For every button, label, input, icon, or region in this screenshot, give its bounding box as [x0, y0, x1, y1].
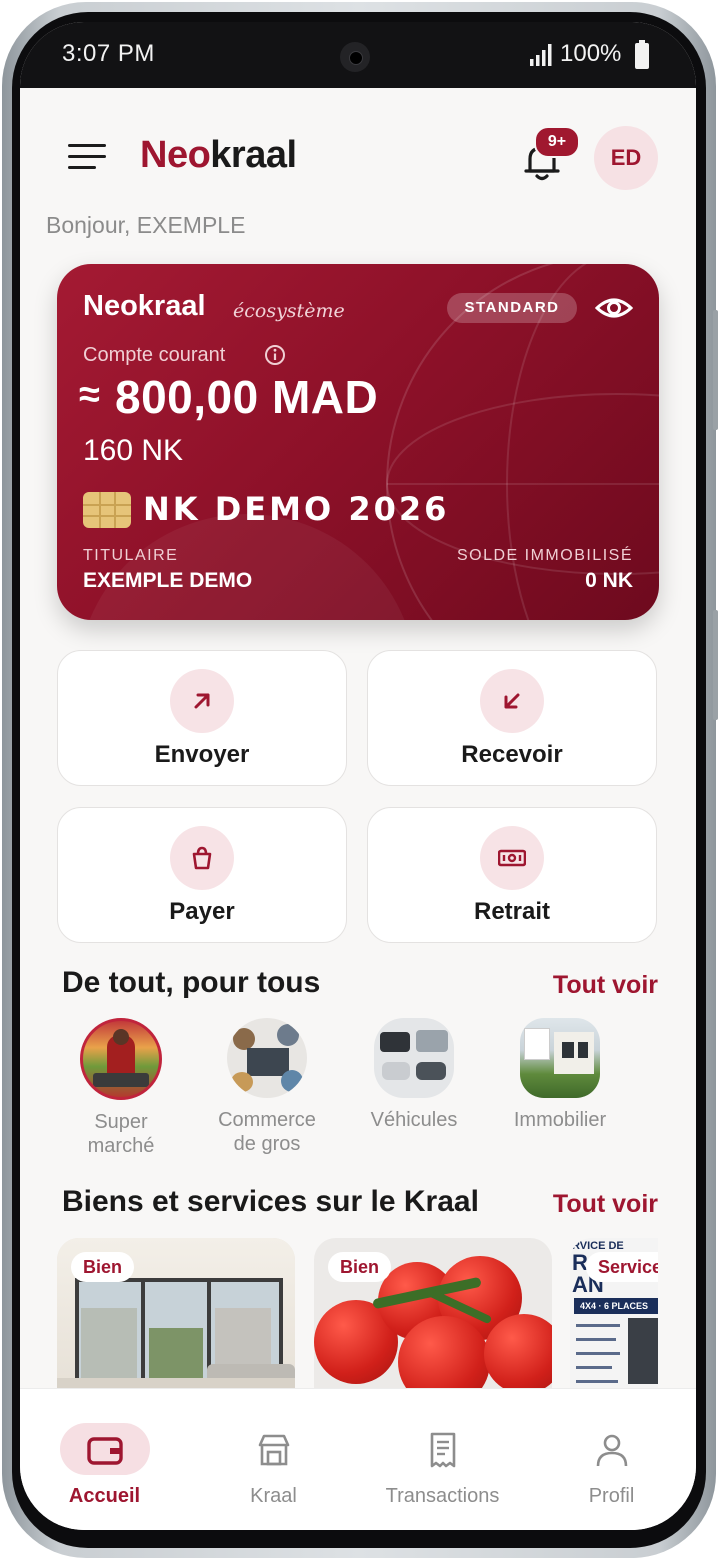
category-label: Immobilier [490, 1108, 630, 1132]
banknote-icon [480, 826, 544, 890]
account-card[interactable]: Neokraal écosystème STANDARD Compte cour… [57, 264, 659, 620]
logo-kraal: kraal [210, 134, 297, 176]
store-icon [258, 1434, 290, 1466]
wholesale-image [227, 1018, 307, 1098]
nav-label-kraal: Kraal [250, 1485, 297, 1507]
pay-label: Payer [169, 898, 235, 925]
eye-icon[interactable] [595, 292, 633, 324]
category-label-line2: de gros [233, 1133, 301, 1155]
avatar[interactable]: ED [594, 126, 658, 190]
nav-label-home: Accueil [68, 1485, 141, 1507]
listing-tag: Bien [328, 1252, 392, 1282]
tier-badge: STANDARD [447, 293, 577, 323]
category-wholesale[interactable]: Commerce de gros [197, 1018, 337, 1156]
listing-card-service[interactable]: RVICE DE RA AN 4X4 · 6 PLACES Service [570, 1238, 658, 1398]
nav-item-transactions[interactable]: Transactions [358, 1389, 527, 1530]
nav-item-kraal[interactable]: Kraal [189, 1389, 358, 1530]
real-estate-image [520, 1018, 600, 1098]
nav-label-transactions: Transactions [385, 1485, 500, 1507]
notification-badge: 9+ [534, 126, 580, 158]
arrow-down-left-icon [480, 669, 544, 733]
battery-icon [635, 40, 649, 69]
category-label-line1: Véhicules [370, 1109, 458, 1131]
card-chip-icon [83, 492, 131, 528]
volume-button [713, 310, 718, 430]
account-label: Compte courant [83, 344, 226, 366]
locked-balance-value: 0 NK [585, 569, 633, 592]
listing-tag: Service [586, 1252, 658, 1282]
greeting-text: Bonjour, EXEMPLE [46, 212, 246, 238]
hamburger-icon-line [68, 166, 96, 169]
withdraw-button[interactable]: Retrait [367, 807, 657, 943]
locked-balance-label: SOLDE IMMOBILISÉ [456, 547, 633, 564]
logo-neo: Neo [140, 134, 211, 176]
card-brand-sub: écosystème [233, 300, 345, 322]
nav-item-home[interactable]: Accueil [20, 1389, 189, 1530]
nk-balance: 160 NK [83, 434, 184, 467]
receipt-icon [430, 1432, 456, 1468]
listings-see-all-link[interactable]: Tout voir [553, 1190, 658, 1219]
listing-card-apartment[interactable]: Bien [57, 1238, 295, 1398]
category-vehicles[interactable]: Véhicules [344, 1018, 484, 1132]
battery-percent: 100% [560, 40, 622, 67]
app-logo: Neokraal [140, 134, 297, 177]
power-button [713, 610, 718, 720]
categories-see-all-link[interactable]: Tout voir [553, 971, 658, 1000]
shopping-bag-icon [170, 826, 234, 890]
category-label: Véhicules [344, 1108, 484, 1132]
nav-label-profile: Profil [588, 1485, 635, 1507]
category-label-line1: Immobilier [513, 1109, 607, 1131]
info-icon[interactable] [264, 344, 286, 366]
supermarket-image [80, 1018, 162, 1100]
receive-button[interactable]: Recevoir [367, 650, 657, 786]
category-label: Commerce de gros [197, 1108, 337, 1156]
card-brand: Neokraal [83, 290, 206, 322]
category-real-estate[interactable]: Immobilier [490, 1018, 630, 1132]
poster-line4: 4X4 · 6 PLACES [574, 1298, 658, 1314]
category-label-line1: Commerce [218, 1109, 316, 1131]
pay-button[interactable]: Payer [57, 807, 347, 943]
nav-item-profile[interactable]: Profil [527, 1389, 696, 1530]
status-bar: 3:07 PM 100% [20, 22, 696, 88]
category-label-line1: Super [94, 1111, 148, 1133]
vehicles-image [374, 1018, 454, 1098]
listing-tag: Bien [71, 1252, 135, 1282]
categories-title: De tout, pour tous [62, 966, 321, 999]
user-icon [596, 1434, 628, 1467]
arrow-up-right-icon [170, 669, 234, 733]
listing-card-tomatoes[interactable]: Bien [314, 1238, 552, 1398]
bottom-nav: Accueil Kraal Transactions Profil [20, 1388, 696, 1530]
balance-amount: 800,00 MAD [115, 371, 379, 423]
send-button[interactable]: Envoyer [57, 650, 347, 786]
hamburger-icon-line [68, 144, 106, 147]
wallet-icon [87, 1437, 123, 1465]
holder-name: EXEMPLE DEMO [83, 569, 253, 592]
status-time: 3:07 PM [62, 40, 155, 67]
category-supermarket[interactable]: Super marché [51, 1018, 191, 1158]
holder-label: TITULAIRE [83, 547, 179, 564]
screen: 3:07 PM 100% Neokraal 9+ ED Bonjour, EXE… [20, 22, 696, 1530]
category-label-line2: marché [87, 1135, 155, 1157]
receive-label: Recevoir [461, 741, 563, 768]
card-number: NK DEMO 2026 [143, 490, 450, 528]
front-camera [340, 42, 370, 72]
approx-symbol: ≈ [79, 374, 100, 416]
menu-button[interactable] [66, 140, 110, 174]
send-label: Envoyer [154, 741, 250, 768]
hamburger-icon-line [68, 155, 106, 158]
listings-title: Biens et services sur le Kraal [62, 1185, 479, 1218]
category-label: Super marché [51, 1110, 191, 1158]
signal-icon [530, 44, 552, 66]
withdraw-label: Retrait [473, 898, 551, 925]
